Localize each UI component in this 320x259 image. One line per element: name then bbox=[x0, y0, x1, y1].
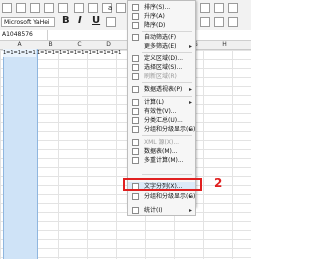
bold-button[interactable]: B bbox=[62, 15, 70, 27]
autofilter-icon bbox=[132, 34, 139, 41]
statistics-icon bbox=[132, 207, 139, 214]
menu-item-group-outline[interactable]: 分组和分级显示(G) ▸ bbox=[128, 125, 195, 134]
menu-separator bbox=[142, 52, 192, 53]
menu-item-autofilter[interactable]: 自动筛选(F) bbox=[128, 33, 195, 42]
menu-separator bbox=[142, 96, 192, 97]
menu-separator bbox=[142, 135, 192, 136]
export-pdf-icon[interactable] bbox=[44, 3, 54, 13]
cell-b1[interactable]: 1=1=1=1=1=1=1=1=1=1=1=1 bbox=[37, 49, 127, 57]
toolbar: a Microsoft YaHei B I U bbox=[0, 0, 251, 31]
menu-item-validity[interactable]: 有效性(V)... bbox=[128, 107, 195, 116]
menu-separator bbox=[142, 31, 192, 32]
print-icon[interactable] bbox=[58, 3, 68, 13]
refresh-icon bbox=[132, 73, 139, 80]
new-document-icon[interactable] bbox=[2, 3, 12, 13]
column-header-h[interactable]: H bbox=[210, 41, 239, 49]
font-name-box[interactable]: Microsoft YaHei bbox=[1, 17, 55, 27]
sort-icon bbox=[132, 4, 139, 11]
pivot-table-icon[interactable] bbox=[214, 3, 224, 13]
menu-item-sort-ascending[interactable]: 升序(A) bbox=[128, 12, 195, 21]
multiple-operations-icon bbox=[132, 157, 139, 164]
sort-ascending-icon bbox=[132, 13, 139, 20]
select-range-icon bbox=[132, 64, 139, 71]
menu-item-more-filters[interactable]: 更多筛选(E) ▸ bbox=[128, 42, 195, 51]
calculate-icon bbox=[132, 99, 139, 106]
menu-separator bbox=[142, 82, 192, 83]
menu-item-data-table[interactable]: 数据表(M)... bbox=[128, 147, 195, 156]
submenu-arrow-icon: ▸ bbox=[188, 126, 192, 133]
menu-item-multiple-operations[interactable]: 多重计算(M)... bbox=[128, 156, 195, 165]
underline-button[interactable]: U bbox=[92, 15, 100, 27]
special-char-icon[interactable] bbox=[228, 3, 238, 13]
menu-item-define-range[interactable]: 定义区域(D)... bbox=[128, 54, 195, 63]
annotation-number: 2 bbox=[214, 176, 223, 190]
group-outline-icon bbox=[132, 193, 139, 200]
pivot-table-icon bbox=[132, 86, 139, 93]
selected-column-a[interactable] bbox=[3, 49, 38, 259]
xml-source-icon bbox=[132, 139, 139, 146]
data-menu: 排序(S)... 升序(A) 降序(D) 自动筛选(F) 更多筛选(E) ▸ 定… bbox=[127, 0, 196, 207]
sort-descending-icon bbox=[132, 22, 139, 29]
menu-item-statistics[interactable]: 统计(I) ▸ bbox=[127, 206, 196, 216]
cut-icon[interactable] bbox=[74, 3, 84, 13]
formula-bar: A1048576 bbox=[0, 30, 251, 41]
subtotals-icon bbox=[132, 117, 139, 124]
menu-separator bbox=[142, 174, 192, 175]
group-outline-icon bbox=[132, 126, 139, 133]
column-header-a[interactable]: A bbox=[5, 41, 34, 49]
borders-icon[interactable] bbox=[200, 17, 210, 27]
name-box[interactable]: A1048576 bbox=[0, 30, 48, 40]
menu-item-refresh-range[interactable]: 刷新区域(R) bbox=[128, 72, 195, 81]
wrap-text-icon[interactable] bbox=[228, 17, 238, 27]
menu-item-subtotals[interactable]: 分类汇总(U)... bbox=[128, 116, 195, 125]
menu-item-sort-descending[interactable]: 降序(D) bbox=[128, 21, 195, 30]
submenu-arrow-icon: ▸ bbox=[188, 193, 192, 200]
open-folder-icon[interactable] bbox=[16, 3, 26, 13]
cell-a1[interactable]: 1=1=1=1=1=1=1=1=1=1 bbox=[3, 49, 36, 57]
column-header-c[interactable]: C bbox=[65, 41, 94, 49]
copy-icon[interactable] bbox=[88, 3, 98, 13]
column-header-b[interactable]: B bbox=[36, 41, 65, 49]
menu-item-select-range[interactable]: 选择区域(S)... bbox=[128, 63, 195, 72]
menu-item-group-outline-2[interactable]: 分组和分级显示(G) ▸ bbox=[128, 192, 195, 201]
column-header-d[interactable]: D bbox=[94, 41, 123, 49]
submenu-arrow-icon: ▸ bbox=[188, 43, 192, 50]
chart-icon[interactable] bbox=[200, 3, 210, 13]
save-icon[interactable] bbox=[30, 3, 40, 13]
clone-format-icon[interactable] bbox=[116, 3, 126, 13]
menu-item-calculate[interactable]: 计算(L) ▸ bbox=[128, 98, 195, 107]
merge-cells-icon[interactable] bbox=[214, 17, 224, 27]
highlight-box bbox=[123, 178, 202, 191]
submenu-arrow-icon: ▸ bbox=[188, 207, 192, 214]
toolbar-char-a: a bbox=[108, 4, 113, 12]
validity-icon bbox=[132, 108, 139, 115]
define-range-icon bbox=[132, 55, 139, 62]
submenu-arrow-icon: ▸ bbox=[188, 99, 192, 106]
menu-item-xml-source[interactable]: XML 源(X)... bbox=[128, 138, 195, 147]
menu-item-pivot-table[interactable]: 数据透视表(P) ▸ bbox=[128, 85, 195, 94]
data-table-icon bbox=[132, 148, 139, 155]
font-color-icon[interactable] bbox=[106, 17, 116, 27]
submenu-arrow-icon: ▸ bbox=[188, 86, 192, 93]
menu-item-sort[interactable]: 排序(S)... bbox=[128, 3, 195, 12]
italic-button[interactable]: I bbox=[78, 15, 82, 27]
